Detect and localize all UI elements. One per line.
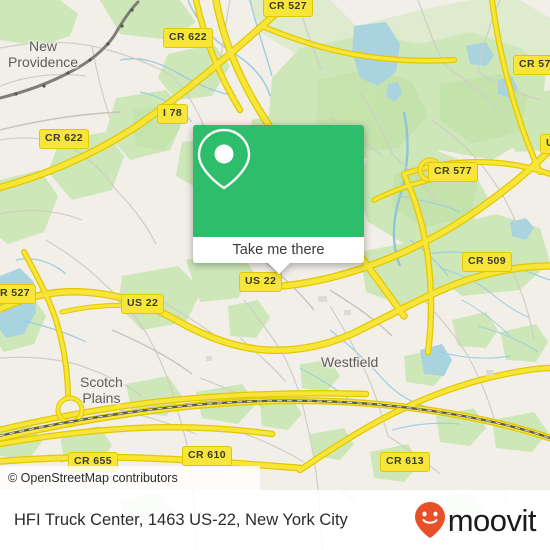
place-line: Westfield — [321, 354, 379, 370]
moovit-brand[interactable]: moovit — [413, 501, 537, 539]
take-me-there-label: Take me there — [232, 242, 325, 258]
osm-attribution-text: © OpenStreetMap contributors — [8, 471, 178, 485]
moovit-wordmark: moovit — [447, 502, 537, 538]
take-me-there-button[interactable]: Take me there — [193, 237, 364, 263]
map-canvas[interactable]: New Providence Scotch Plains Westfield C… — [0, 0, 550, 490]
road-shield-cr-527-west[interactable]: CR 527 — [0, 284, 37, 304]
road-shield-us-22-west[interactable]: US 22 — [121, 294, 165, 314]
place-line: Providence — [8, 54, 79, 70]
map-pin-icon — [197, 128, 251, 190]
road-shield-us-22-east[interactable]: US 22 — [540, 134, 550, 154]
footer-bar: HFI Truck Center, 1463 US-22, New York C… — [0, 490, 550, 550]
place-label-new-providence: New Providence — [8, 38, 78, 70]
road-shield-cr-622-west[interactable]: CR 622 — [39, 129, 90, 149]
place-line: New — [29, 38, 58, 54]
osm-attribution-bar[interactable]: © OpenStreetMap contributors — [0, 466, 260, 490]
road-shield-cr-622-north[interactable]: CR 622 — [163, 28, 214, 48]
moovit-smiley-pin-icon — [414, 502, 445, 538]
place-label-scotch-plains: Scotch Plains — [80, 374, 123, 406]
popup-tail-pointer — [267, 263, 290, 274]
place-line: Plains — [82, 390, 121, 406]
location-title: HFI Truck Center, 1463 US-22, New York C… — [14, 510, 348, 529]
map-screenshot: New Providence Scotch Plains Westfield C… — [0, 0, 550, 550]
road-shield-cr-577-east[interactable]: CR 577 — [428, 162, 479, 182]
road-shield-cr-509[interactable]: CR 509 — [462, 252, 513, 272]
road-shield-cr-527-north[interactable]: CR 527 — [263, 0, 314, 17]
popup-icon-panel — [193, 125, 364, 237]
road-shield-us-22-center[interactable]: US 22 — [239, 272, 283, 292]
road-shield-cr-577-northeast[interactable]: CR 577 — [513, 55, 550, 75]
place-line: Scotch — [80, 374, 123, 390]
road-shield-cr-613[interactable]: CR 613 — [380, 452, 431, 472]
road-shield-i-78[interactable]: I 78 — [157, 104, 189, 124]
road-shield-cr-610[interactable]: CR 610 — [182, 446, 233, 466]
place-label-westfield: Westfield — [321, 355, 378, 370]
location-popup-card[interactable]: Take me there — [193, 125, 364, 274]
